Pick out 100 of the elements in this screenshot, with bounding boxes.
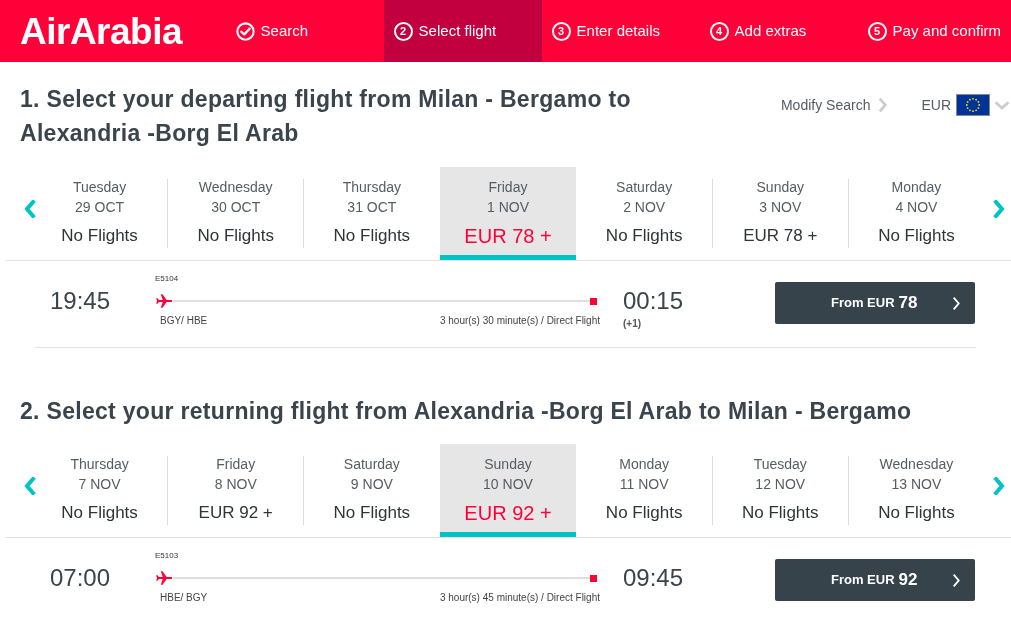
day-offset: (+1): [623, 318, 642, 330]
fare-label: No Flights: [878, 502, 955, 524]
flight-number: E5103: [155, 550, 179, 562]
date-label: 29 OCT: [75, 198, 125, 217]
date-tab[interactable]: Wednesday 30 OCT No Flights: [168, 167, 304, 260]
date-label: 30 OCT: [211, 198, 261, 217]
flight-duration: 3 hour(s) 30 minute(s) / Direct Flight: [439, 315, 600, 327]
day-name: Wednesday: [879, 455, 954, 474]
fare-label: No Flights: [742, 502, 819, 524]
arrival-marker-icon: [590, 574, 597, 582]
next-dates-button[interactable]: [992, 477, 1006, 495]
date-tab[interactable]: Tuesday 12 NOV No Flights: [712, 444, 848, 537]
departure-time: 07:00: [50, 566, 112, 590]
date-tab[interactable]: Thursday 7 NOV No Flights: [32, 444, 168, 537]
fare-label: No Flights: [61, 225, 138, 247]
fare-label: No Flights: [197, 225, 274, 247]
fare-label: EUR 78 +: [743, 225, 818, 247]
fare-label: EUR 92 +: [464, 501, 552, 525]
flight-duration: 3 hour(s) 45 minute(s) / Direct Flight: [439, 592, 600, 604]
check-circle-icon: [235, 21, 255, 41]
date-tab[interactable]: Monday 4 NOV No Flights: [848, 167, 984, 260]
day-name: Saturday: [616, 178, 673, 197]
fare-label: No Flights: [605, 225, 683, 247]
chevron-down-icon: [995, 99, 1009, 111]
currency-selector[interactable]: EUR: [921, 94, 1009, 116]
date-tab[interactable]: Saturday 9 NOV No Flights: [304, 444, 440, 537]
chevron-right-icon: [878, 98, 889, 112]
fare-label: No Flights: [61, 502, 138, 524]
previous-dates-button[interactable]: [23, 477, 37, 495]
day-name: Wednesday: [198, 178, 273, 197]
chevron-right-icon: [992, 200, 1006, 218]
day-name: Thursday: [70, 455, 129, 474]
step-label: Select flight: [418, 20, 497, 41]
chevron-right-icon: [952, 573, 961, 587]
day-name: Tuesday: [72, 178, 127, 197]
fare-label: No Flights: [878, 225, 955, 247]
logo[interactable]: AirArabia: [20, 12, 183, 50]
fare-label: No Flights: [333, 225, 411, 247]
chevron-left-icon: [23, 200, 37, 218]
previous-dates-button[interactable]: [23, 200, 37, 218]
step-number: 5: [867, 21, 887, 41]
arrival-time: 00:15: [623, 289, 684, 313]
chevron-right-icon: [952, 296, 961, 310]
fare-label: EUR 78 +: [464, 224, 552, 248]
day-name: Thursday: [342, 178, 402, 197]
chevron-right-icon: [992, 477, 1006, 495]
day-name: Sunday: [756, 178, 804, 197]
step-label: Enter details: [576, 20, 660, 41]
date-tab[interactable]: Tuesday 29 OCT No Flights: [32, 167, 168, 260]
step-number: 2: [393, 21, 413, 41]
arrival-marker-icon: [590, 297, 597, 305]
date-tab[interactable]: Thursday 31 OCT No Flights: [304, 167, 440, 260]
chevron-left-icon: [23, 477, 37, 495]
date-label: 10 NOV: [483, 475, 533, 494]
select-fare-button[interactable]: From EUR 78: [775, 282, 975, 324]
flight-number: E5104: [155, 273, 179, 285]
step-number: 3: [551, 21, 571, 41]
day-name: Saturday: [343, 455, 400, 474]
date-label: 9 NOV: [350, 475, 393, 494]
fare-label: EUR 92 +: [198, 502, 273, 524]
select-fare-button[interactable]: From EUR 92: [775, 559, 975, 601]
date-label: 3 NOV: [759, 198, 802, 217]
date-label: 7 NOV: [78, 475, 121, 494]
step-label: Search: [260, 20, 309, 41]
next-dates-button[interactable]: [992, 200, 1006, 218]
step-number: 4: [709, 21, 729, 41]
airplane-icon: [155, 570, 173, 586]
route-codes: HBE/ BGY: [159, 592, 208, 604]
departure-time: 19:45: [50, 289, 112, 313]
day-name: Friday: [488, 178, 528, 197]
date-label: 1 NOV: [487, 198, 529, 217]
date-label: 8 NOV: [214, 475, 257, 494]
step-label: Add extras: [734, 20, 807, 41]
step-tab[interactable]: 2 Select flight: [383, 0, 542, 62]
fare-label: No Flights: [605, 502, 683, 524]
day-name: Tuesday: [753, 455, 807, 474]
date-tab[interactable]: Wednesday 13 NOV No Flights: [848, 444, 984, 537]
date-label: 11 NOV: [619, 475, 669, 494]
fare-label: No Flights: [333, 502, 411, 524]
date-tab[interactable]: Monday 11 NOV No Flights: [576, 444, 712, 537]
step-label: Pay and confirm: [892, 20, 1001, 41]
date-tab[interactable]: Saturday 2 NOV No Flights: [576, 167, 712, 260]
day-name: Sunday: [484, 455, 532, 474]
section-title: 1. Select your departing flight from Milan - Bergamo to Alexandria -Borg El Arab: [20, 85, 632, 148]
modify-search-link[interactable]: Modify Search: [780, 96, 871, 114]
date-label: 2 NOV: [623, 198, 666, 217]
flag-icon: [956, 94, 990, 116]
day-name: Friday: [216, 455, 256, 474]
date-label: 13 NOV: [891, 475, 942, 494]
date-tab[interactable]: Friday 1 NOV EUR 78 +: [440, 167, 576, 260]
date-tab[interactable]: Sunday 10 NOV EUR 92 +: [440, 444, 576, 537]
date-label: 12 NOV: [755, 475, 806, 494]
section-title: 2. Select your returning flight from Alexandria -Borg El Arab to Milan - Bergamo: [20, 397, 913, 426]
day-name: Monday: [891, 178, 942, 197]
arrival-time: 09:45: [623, 566, 684, 590]
day-name: Monday: [619, 455, 670, 474]
date-label: 4 NOV: [895, 198, 938, 217]
date-tab[interactable]: Sunday 3 NOV EUR 78 +: [712, 167, 848, 260]
route-codes: BGY/ HBE: [159, 315, 208, 327]
date-tab[interactable]: Friday 8 NOV EUR 92 +: [168, 444, 304, 537]
